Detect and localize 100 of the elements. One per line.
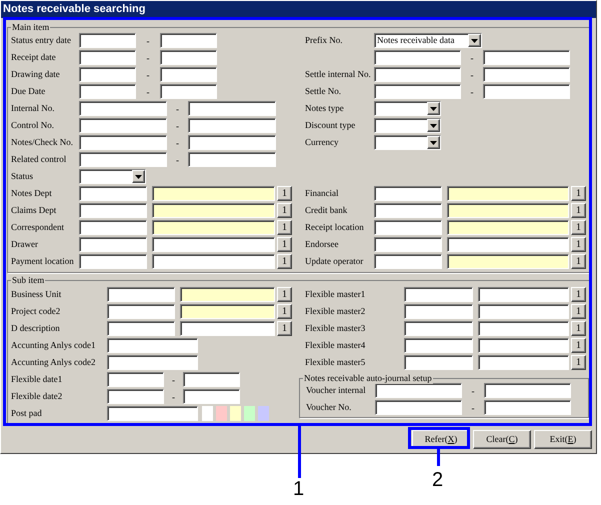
input-field[interactable] xyxy=(188,152,276,167)
input-field[interactable] xyxy=(107,338,198,353)
dialog-button[interactable]: Exit(E) xyxy=(534,430,592,449)
input-field[interactable] xyxy=(374,84,461,99)
input-field[interactable] xyxy=(374,186,442,201)
input-field[interactable] xyxy=(79,220,147,235)
input-field[interactable] xyxy=(183,372,240,387)
color-swatch[interactable] xyxy=(258,406,269,421)
input-field[interactable] xyxy=(483,50,570,65)
input-field[interactable] xyxy=(374,67,461,82)
color-swatch[interactable] xyxy=(202,406,213,421)
input-field[interactable] xyxy=(374,50,461,65)
lookup-button[interactable]: 1 xyxy=(277,287,292,302)
input-field[interactable] xyxy=(374,220,442,235)
input-field[interactable] xyxy=(447,203,569,218)
dialog-button[interactable]: Clear(C) xyxy=(473,430,531,449)
input-field[interactable] xyxy=(79,152,167,167)
input-field[interactable] xyxy=(180,321,275,336)
input-field[interactable] xyxy=(188,135,276,150)
lookup-button[interactable]: 1 xyxy=(571,355,586,370)
input-field[interactable] xyxy=(79,67,136,82)
input-field[interactable] xyxy=(160,67,217,82)
input-field[interactable] xyxy=(180,287,275,302)
input-field[interactable] xyxy=(152,186,275,201)
input-field[interactable] xyxy=(160,50,217,65)
lookup-button[interactable]: 1 xyxy=(571,237,586,252)
input-field[interactable] xyxy=(183,389,240,404)
input-field[interactable] xyxy=(107,389,164,404)
input-field[interactable] xyxy=(447,254,569,269)
color-swatch[interactable] xyxy=(244,406,255,421)
input-field[interactable] xyxy=(79,101,167,116)
input-field[interactable] xyxy=(404,321,473,336)
lookup-button[interactable]: 1 xyxy=(571,254,586,269)
lookup-button[interactable]: 1 xyxy=(277,186,292,201)
lookup-button[interactable]: 1 xyxy=(571,304,586,319)
lookup-button[interactable]: 1 xyxy=(277,203,292,218)
combo-box[interactable]: Notes receivable data xyxy=(374,33,482,48)
field-label: Receipt date xyxy=(11,51,56,63)
input-field[interactable] xyxy=(79,186,147,201)
lookup-button[interactable]: 1 xyxy=(277,254,292,269)
input-field[interactable] xyxy=(404,338,473,353)
input-field[interactable] xyxy=(374,254,442,269)
input-field[interactable] xyxy=(404,304,473,319)
input-field[interactable] xyxy=(152,203,275,218)
input-field[interactable] xyxy=(447,237,569,252)
lookup-button[interactable]: 1 xyxy=(277,220,292,235)
color-swatch[interactable] xyxy=(230,406,241,421)
input-field[interactable] xyxy=(152,220,275,235)
lookup-button[interactable]: 1 xyxy=(571,220,586,235)
input-field[interactable] xyxy=(160,33,217,48)
input-field[interactable] xyxy=(374,237,442,252)
input-field[interactable] xyxy=(188,118,276,133)
lookup-button[interactable]: 1 xyxy=(277,237,292,252)
input-field[interactable] xyxy=(483,67,570,82)
input-field[interactable] xyxy=(107,304,175,319)
lookup-button[interactable]: 1 xyxy=(277,304,292,319)
input-field[interactable] xyxy=(107,372,164,387)
input-field[interactable] xyxy=(79,33,136,48)
input-field[interactable] xyxy=(152,237,275,252)
input-field[interactable] xyxy=(152,254,275,269)
input-field[interactable] xyxy=(483,84,570,99)
input-field[interactable] xyxy=(180,304,275,319)
input-field[interactable] xyxy=(79,118,167,133)
input-field[interactable] xyxy=(404,287,473,302)
color-swatch[interactable] xyxy=(216,406,227,421)
lookup-button[interactable]: 1 xyxy=(571,338,586,353)
lookup-button[interactable]: 1 xyxy=(571,287,586,302)
input-field[interactable] xyxy=(478,287,569,302)
input-field[interactable] xyxy=(107,406,198,421)
lookup-button[interactable]: 1 xyxy=(277,321,292,336)
combo-box[interactable] xyxy=(374,135,441,150)
input-field[interactable] xyxy=(478,338,569,353)
input-field[interactable] xyxy=(447,186,569,201)
input-field[interactable] xyxy=(79,84,136,99)
lookup-button[interactable]: 1 xyxy=(571,203,586,218)
input-field[interactable] xyxy=(79,254,147,269)
input-field[interactable] xyxy=(79,203,147,218)
input-field[interactable] xyxy=(478,355,569,370)
combo-box[interactable] xyxy=(374,118,441,133)
input-field[interactable] xyxy=(107,287,175,302)
lookup-button[interactable]: 1 xyxy=(571,321,586,336)
input-field[interactable] xyxy=(79,135,167,150)
input-field[interactable] xyxy=(160,84,217,99)
input-field[interactable] xyxy=(374,203,442,218)
input-field[interactable] xyxy=(107,355,198,370)
input-field[interactable] xyxy=(79,237,147,252)
input-field[interactable] xyxy=(478,304,569,319)
lookup-button[interactable]: 1 xyxy=(571,186,586,201)
input-field[interactable] xyxy=(478,321,569,336)
input-field[interactable] xyxy=(447,220,569,235)
input-field[interactable] xyxy=(484,400,571,415)
input-field[interactable] xyxy=(79,50,136,65)
combo-box[interactable] xyxy=(374,101,441,116)
input-field[interactable] xyxy=(375,400,462,415)
combo-box[interactable] xyxy=(79,169,146,184)
input-field[interactable] xyxy=(375,383,462,398)
input-field[interactable] xyxy=(484,383,571,398)
input-field[interactable] xyxy=(404,355,473,370)
input-field[interactable] xyxy=(188,101,276,116)
input-field[interactable] xyxy=(107,321,175,336)
